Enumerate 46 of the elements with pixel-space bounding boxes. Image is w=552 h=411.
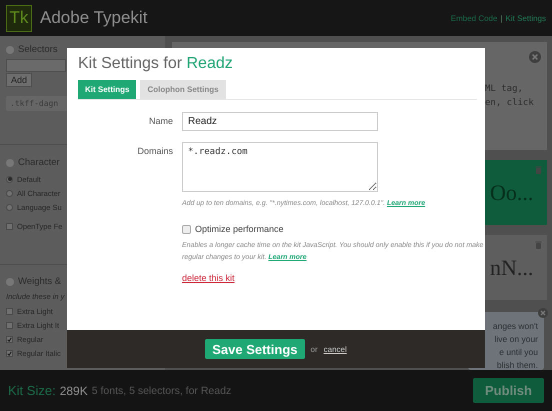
delete-kit-link[interactable]: delete this kit <box>182 273 492 283</box>
field-label: Name <box>148 115 173 128</box>
selector-field[interactable] <box>6 59 66 72</box>
app-title: Adobe Typekit <box>40 8 148 28</box>
radio-button[interactable] <box>6 176 13 182</box>
domains-field[interactable]: *.readz.com <box>182 142 378 192</box>
logo: Tk <box>6 4 32 32</box>
checkbox-label: Optimize performance <box>195 224 284 234</box>
checkbox[interactable] <box>6 322 13 328</box>
checkbox[interactable] <box>6 308 13 314</box>
link-separator: | <box>500 14 503 22</box>
section-icon <box>6 158 14 166</box>
header-link[interactable]: Embed Code <box>450 14 498 22</box>
field-label: Domains <box>136 145 173 158</box>
section-icon <box>6 278 14 286</box>
kit-size-value: 289K <box>60 384 88 398</box>
header-link[interactable]: Kit Settings <box>506 14 546 22</box>
checkbox[interactable] <box>182 224 191 234</box>
section-icon <box>6 46 14 54</box>
add-button[interactable]: Add <box>6 73 32 87</box>
checkbox[interactable] <box>6 336 13 342</box>
close-icon[interactable] <box>529 51 541 63</box>
tooltip-text: live on your <box>494 333 538 346</box>
or-text: or <box>310 344 318 354</box>
radio-button[interactable] <box>6 204 13 210</box>
font-sample: nN... <box>490 254 534 280</box>
checkbox[interactable] <box>6 350 13 356</box>
instruction-text: en, click <box>485 98 534 108</box>
kit-size-label: Kit Size: <box>8 383 56 398</box>
tab[interactable]: Kit Settings <box>78 80 136 99</box>
checkbox[interactable] <box>6 222 13 230</box>
tab[interactable]: Colophon Settings <box>140 80 226 99</box>
tooltip-text: e until you <box>499 346 538 359</box>
cancel-link[interactable]: cancel <box>324 344 347 354</box>
publish-button[interactable]: Publish <box>473 378 544 403</box>
instruction-text: ML tag, <box>485 84 523 94</box>
trash-icon[interactable] <box>535 166 542 174</box>
trash-icon[interactable] <box>535 241 542 249</box>
tooltip-text: anges won't <box>492 320 538 333</box>
kit-details: 5 fonts, 5 selectors, for Readz <box>92 384 232 396</box>
radio-button[interactable] <box>6 190 13 196</box>
name-field[interactable]: Readz <box>182 112 378 131</box>
tooltip-text: blish them. <box>496 359 538 372</box>
save-settings-button[interactable]: Save Settings <box>205 339 304 359</box>
close-icon[interactable] <box>538 308 548 318</box>
dialog-title: Kit Settings for Readz <box>78 55 233 72</box>
